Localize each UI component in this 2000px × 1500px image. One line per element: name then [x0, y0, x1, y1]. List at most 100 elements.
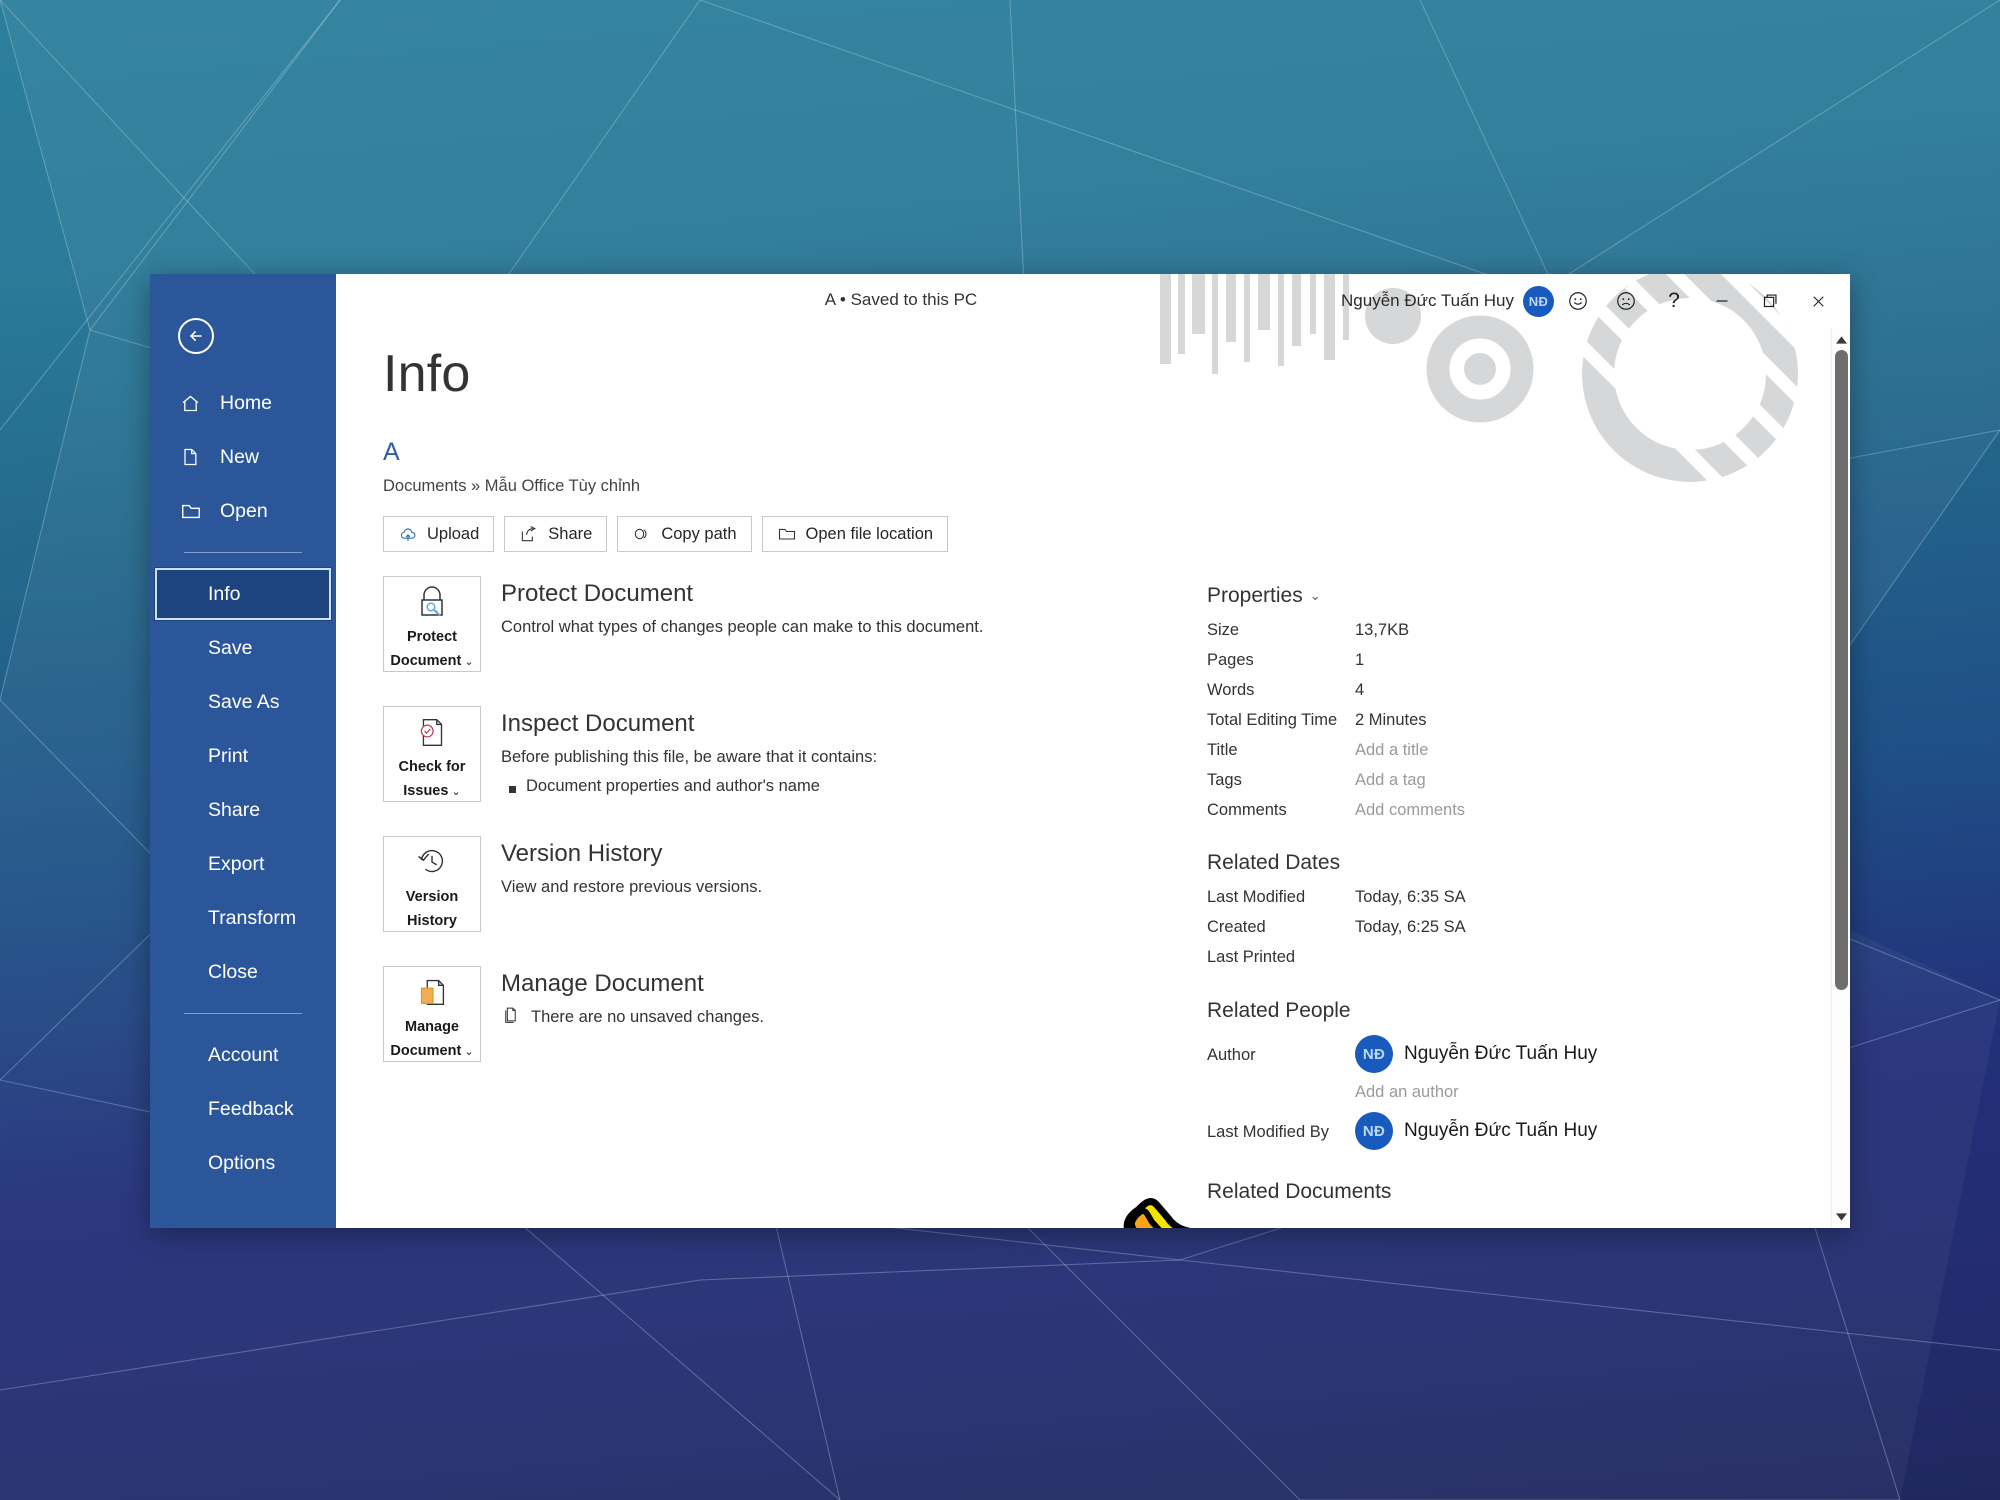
section-title: Protect Document [501, 580, 694, 607]
property-value[interactable]: 13,7KB [1355, 619, 1409, 643]
button-label-text: Issues [403, 783, 449, 799]
sidebar-item-info[interactable]: Info [154, 567, 332, 621]
date-key: Last Modified [1207, 888, 1306, 907]
sidebar-divider-top [184, 552, 302, 553]
avatar: NĐ [1355, 1112, 1393, 1151]
backstage-scroll-area: Info A Documents » Mẫu Office Tùy chỉnh … [336, 328, 1850, 1228]
cloud-upload-icon [400, 528, 416, 542]
sidebar-item-home[interactable]: Home [150, 376, 336, 430]
copy-path-button[interactable]: Copy path [617, 516, 752, 552]
inspect-document-text: Inspect Document Before publishing this … [481, 706, 877, 802]
version-history-button[interactable]: Version History [383, 836, 481, 932]
author-name: Nguyễn Đức Tuấn Huy [1404, 1043, 1598, 1065]
date-key: Created [1207, 918, 1266, 937]
related-people-heading: Related People [1207, 999, 1351, 1023]
manage-document-button[interactable]: Manage Document ⌄ [383, 966, 481, 1062]
property-key: Comments [1207, 800, 1287, 819]
button-label-line1: Protect [407, 628, 457, 645]
tags-input[interactable]: Add a tag [1355, 769, 1426, 793]
property-key: Title [1207, 740, 1238, 759]
sidebar-item-options[interactable]: Options [150, 1136, 336, 1190]
sidebar-item-share[interactable]: Share [150, 783, 336, 837]
smiley-face-icon[interactable] [1554, 278, 1602, 324]
last-modified-by-chip[interactable]: NĐ Nguyễn Đức Tuấn Huy [1355, 1112, 1597, 1151]
word-backstage-window: Home New Open Info Save Save As Print Sh… [150, 274, 1850, 1228]
sidebar-item-save[interactable]: Save [150, 621, 336, 675]
date-row-last-modified: Last Modified Today, 6:35 SA [1207, 883, 1850, 913]
author-chip[interactable]: NĐ Nguyễn Đức Tuấn Huy [1355, 1035, 1598, 1074]
property-value[interactable]: 1 [1355, 649, 1364, 673]
open-file-location-button[interactable]: Open file location [761, 516, 949, 552]
share-button[interactable]: Share [504, 516, 608, 552]
bullet-square-icon [509, 785, 516, 793]
folder-open-icon [778, 528, 795, 540]
version-history-text: Version History View and restore previou… [481, 836, 762, 932]
button-label: Open file location [805, 524, 934, 543]
avatar: NĐ [1355, 1035, 1393, 1074]
backstage-sidebar: Home New Open Info Save Save As Print Sh… [150, 274, 336, 1228]
button-label-line2: History [407, 913, 457, 929]
comments-input[interactable]: Add comments [1355, 799, 1465, 823]
author-row: Author NĐ Nguyễn Đức Tuấn Huy [1207, 1031, 1850, 1077]
title-bar-controls: Nguyễn Đức Tuấn Huy NĐ ? [1341, 274, 1842, 328]
backstage-content-pane: A • Saved to this PC Nguyễn Đức Tuấn Huy… [336, 274, 1850, 1228]
file-action-buttons: Upload Share Copy path Open file locatio… [383, 516, 1850, 552]
add-author-input[interactable]: Add an author [1355, 1083, 1850, 1102]
help-label: ? [1668, 289, 1680, 312]
property-row-comments: Comments Add comments [1207, 796, 1850, 826]
breadcrumb: Documents » Mẫu Office Tùy chỉnh [383, 477, 641, 495]
info-sections-column: Protect Document ⌄ Protect Document Cont… [336, 576, 1166, 1212]
section-title: Version History [501, 840, 663, 867]
title-input[interactable]: Add a title [1355, 739, 1428, 763]
sidebar-item-feedback[interactable]: Feedback [150, 1082, 336, 1136]
sidebar-item-new[interactable]: New [150, 430, 336, 484]
upload-button[interactable]: Upload [383, 516, 495, 552]
link-icon [635, 528, 647, 540]
status-text: There are no unsaved changes. [531, 1007, 764, 1026]
sidebar-item-close[interactable]: Close [150, 945, 336, 999]
sidebar-item-label: Save As [208, 690, 280, 713]
date-value: Today, 6:25 SA [1355, 918, 1466, 937]
sidebar-item-print[interactable]: Print [150, 729, 336, 783]
related-dates-heading: Related Dates [1207, 851, 1341, 875]
inspect-document-section: Check for Issues ⌄ Inspect Document Befo… [383, 706, 1166, 802]
chevron-down-icon: ⌄ [1309, 588, 1321, 603]
minimize-icon[interactable] [1698, 278, 1746, 324]
last-modified-by-key: Last Modified By [1207, 1122, 1329, 1141]
property-value[interactable]: 4 [1355, 679, 1364, 703]
sidebar-item-account[interactable]: Account [150, 1028, 336, 1082]
scroll-down-arrow[interactable] [1832, 1207, 1850, 1226]
chevron-down-icon: ⌄ [461, 1046, 474, 1058]
sidebar-item-open[interactable]: Open [150, 484, 336, 538]
sidebar-item-export[interactable]: Export [150, 837, 336, 891]
help-icon[interactable]: ? [1650, 278, 1698, 324]
back-button[interactable] [178, 318, 214, 354]
check-for-issues-button[interactable]: Check for Issues ⌄ [383, 706, 481, 802]
property-row-title: Title Add a title [1207, 736, 1850, 766]
scrollbar-thumb[interactable] [1835, 350, 1848, 990]
scroll-up-arrow[interactable] [1832, 330, 1850, 349]
sidebar-item-save-as[interactable]: Save As [150, 675, 336, 729]
property-row-pages: Pages 1 [1207, 646, 1850, 676]
protect-document-button[interactable]: Protect Document ⌄ [383, 576, 481, 672]
chevron-down-icon: ⌄ [461, 656, 474, 668]
property-key: Size [1207, 621, 1240, 639]
date-row-created: Created Today, 6:25 SA [1207, 913, 1850, 943]
button-label: Copy path [661, 524, 737, 543]
frowny-face-icon[interactable] [1602, 278, 1650, 324]
last-modified-by-row: Last Modified By NĐ Nguyễn Đức Tuấn Huy [1207, 1108, 1850, 1154]
button-label: Upload [427, 524, 480, 543]
properties-heading[interactable]: Properties ⌄ [1207, 584, 1850, 608]
vertical-scrollbar[interactable] [1831, 328, 1850, 1228]
close-icon[interactable] [1794, 278, 1842, 324]
property-value[interactable]: 2 Minutes [1355, 709, 1427, 733]
sidebar-item-transform[interactable]: Transform [150, 891, 336, 945]
account-avatar[interactable]: NĐ [1523, 285, 1554, 317]
protect-document-section: Protect Document ⌄ Protect Document Cont… [383, 576, 1166, 672]
clock-history-icon [413, 842, 451, 882]
back-arrow-icon [190, 331, 202, 341]
property-row-tags: Tags Add a tag [1207, 766, 1850, 796]
restore-icon[interactable] [1746, 278, 1794, 324]
sidebar-primary-group: Home New Open [150, 376, 336, 538]
sidebar-item-label: Account [208, 1043, 279, 1066]
